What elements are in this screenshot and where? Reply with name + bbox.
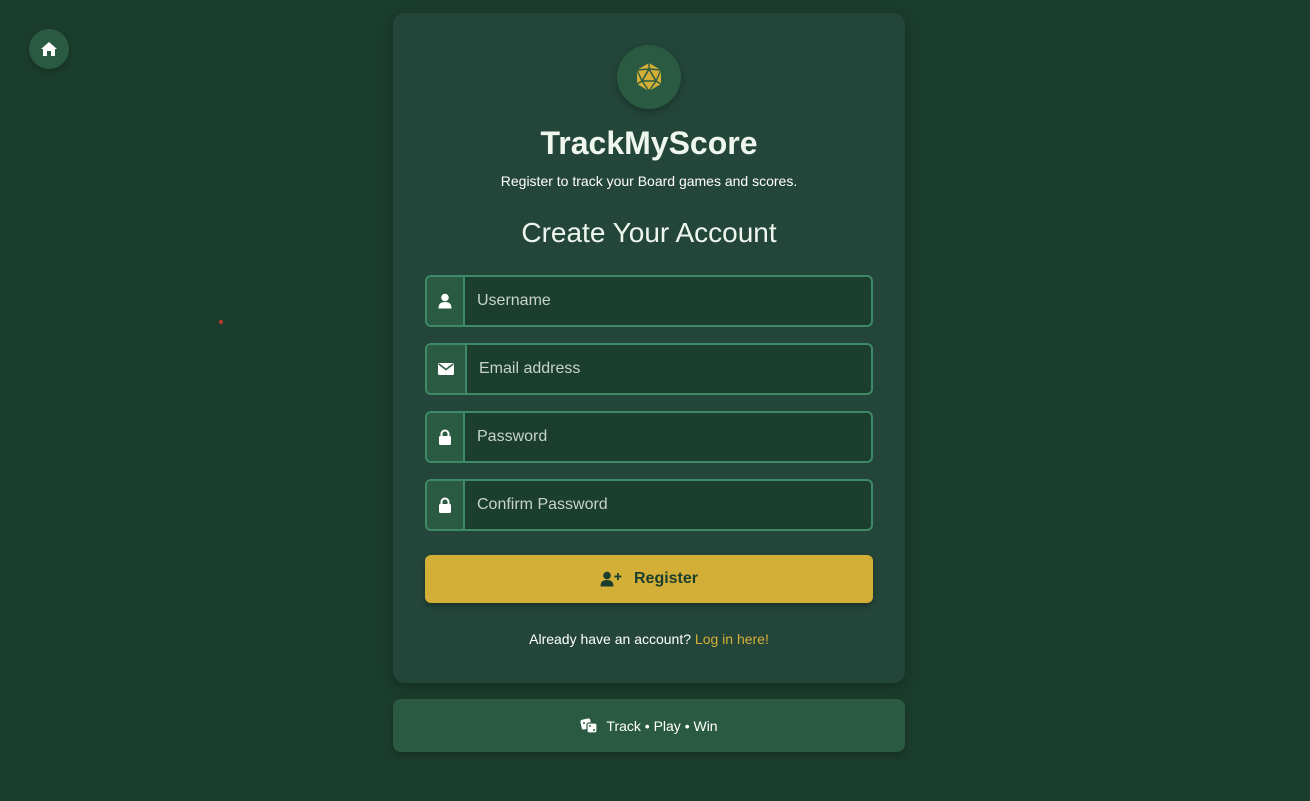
app-subtitle: Register to track your Board games and s… bbox=[500, 173, 798, 189]
email-field bbox=[425, 343, 873, 395]
footer-text: Track • Play • Win bbox=[606, 717, 718, 734]
confirm-password-field bbox=[425, 479, 873, 531]
lock-icon bbox=[427, 481, 465, 529]
register-card: TrackMyScore Register to track your Boar… bbox=[393, 13, 905, 683]
confirm-password-input[interactable] bbox=[465, 481, 871, 529]
envelope-icon bbox=[427, 345, 467, 393]
form-heading: Create Your Account bbox=[521, 217, 777, 248]
d20-dice-icon bbox=[634, 62, 664, 92]
login-prompt-row: Already have an account? Log in here! bbox=[393, 631, 905, 647]
user-icon bbox=[427, 277, 465, 325]
app-title: TrackMyScore bbox=[540, 125, 758, 161]
register-button-label: Register bbox=[633, 570, 699, 587]
login-prompt: Already have an account? bbox=[529, 631, 692, 647]
dice-icon bbox=[580, 717, 599, 734]
cursor-dot bbox=[219, 320, 223, 324]
username-field bbox=[425, 275, 873, 327]
register-button[interactable]: Register bbox=[425, 555, 873, 603]
username-input[interactable] bbox=[465, 277, 871, 325]
password-input[interactable] bbox=[465, 413, 871, 461]
home-icon bbox=[40, 41, 58, 57]
user-plus-icon bbox=[600, 571, 622, 587]
login-link[interactable]: Log in here! bbox=[695, 631, 769, 647]
logo bbox=[617, 45, 681, 109]
home-button[interactable] bbox=[29, 29, 69, 69]
lock-icon bbox=[427, 413, 465, 461]
footer-banner: Track • Play • Win bbox=[393, 699, 905, 752]
password-field bbox=[425, 411, 873, 463]
email-input[interactable] bbox=[467, 345, 871, 393]
